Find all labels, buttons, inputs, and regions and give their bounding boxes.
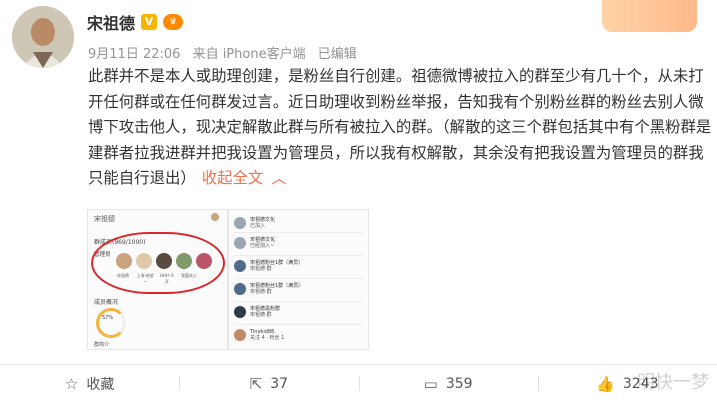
admin-name: 宋祖德 <box>117 273 129 278</box>
avatar <box>136 253 152 269</box>
author-name[interactable]: 宋祖德 <box>87 10 135 34</box>
watermark: 明快一梦 <box>637 372 709 393</box>
ratio-ring <box>96 308 126 338</box>
comment-button[interactable]: ▭ 359 <box>358 365 538 402</box>
group-owner-name: 宋祖德 <box>94 215 115 223</box>
divider <box>234 324 363 325</box>
stats-label: 成员概况 <box>94 299 119 306</box>
list-item: 宋祖德文化 已加入 <box>234 217 275 229</box>
chevron-up-icon[interactable]: ︿ <box>271 169 286 187</box>
post-image-2[interactable]: 宋祖德文化 已加入 宋祖德文化 已经加入~ 宋祖德粉丝1群（满员） 宋祖德·群 宋祖德… <box>228 209 369 350</box>
post-body: 此群并不是本人或助理创建，是粉丝自行创建。祖德微博被拉入的群至少有几十个，从未打… <box>88 64 713 192</box>
fan-badge-icon: ♛ <box>163 14 184 30</box>
comment-count: 359 <box>445 375 473 392</box>
avatar <box>156 253 172 269</box>
repost-icon: ⇱ <box>249 374 263 393</box>
author-avatar[interactable] <box>12 6 74 68</box>
list-item-sub: 宋祖德·群 <box>250 312 272 318</box>
thumbs-up-icon: 👍 <box>596 374 615 393</box>
owner-avatar <box>211 213 219 221</box>
post-source: 来自 iPhone客户端 <box>192 47 306 62</box>
list-item: 宋祖德粉丝1群（满员） 宋祖德·群 <box>234 260 303 272</box>
verified-icon: V <box>141 14 158 30</box>
avatar <box>234 217 246 229</box>
divider <box>234 232 363 233</box>
repost-button[interactable]: ⇱ 37 <box>179 365 358 402</box>
collapse-link[interactable]: 收起全文 ︿ <box>202 169 287 187</box>
edited-label[interactable]: 已编辑 <box>318 47 357 62</box>
list-item: 宋祖德文化 已经加入~ <box>234 237 275 249</box>
favorite-label: 收藏 <box>86 376 115 393</box>
list-item: Tinykid88 关注 4 · 粉丝 1 <box>234 329 284 341</box>
ratio-value: 57% <box>102 315 114 321</box>
list-item-sub: 已经加入~ <box>250 243 275 249</box>
list-item-sub: 关注 4 · 粉丝 1 <box>250 335 285 341</box>
post-image-1[interactable]: 宋祖德 群成员(969/1000) 管理员 宋祖德 上海·哈喽~ HHH·不开 … <box>87 209 228 350</box>
list-item-sub: 宋祖德·群 <box>250 289 272 295</box>
comment-icon: ▭ <box>423 374 438 393</box>
admin-name: 我喜欢人 <box>181 273 197 278</box>
list-item: 宋祖德黑粉群 宋祖德·群 <box>234 306 280 318</box>
avatar <box>176 253 192 269</box>
avatar <box>196 253 212 269</box>
star-icon: ☆ <box>64 374 79 393</box>
post-meta: 9月11日 22:06 来自 iPhone客户端 已编辑 <box>88 43 365 62</box>
list-item-sub: 宋祖德·群 <box>250 266 272 272</box>
collapse-label[interactable]: 收起全文 <box>202 169 264 187</box>
admin-avatars <box>116 253 212 269</box>
avatar <box>234 329 246 341</box>
admin-names: 宋祖德 上海·哈喽~ HHH·不开 我喜欢人 <box>114 273 198 285</box>
avatar <box>234 306 246 318</box>
divider <box>234 255 363 256</box>
list-item-sub: 已加入 <box>250 223 266 229</box>
post-body-text: 此群并不是本人或助理创建，是粉丝自行创建。祖德微博被拉入的群至少有几十个，从未打… <box>88 67 712 187</box>
admin-name: HHH·不开 <box>159 273 175 284</box>
favorite-button[interactable]: ☆ 收藏 <box>0 365 179 402</box>
avatar <box>234 260 246 272</box>
avatar <box>234 283 246 295</box>
avatar <box>234 237 246 249</box>
divider <box>234 301 363 302</box>
group-intro-label: 群简介 <box>94 342 110 348</box>
promo-banner <box>602 0 697 32</box>
admin-name: 上海·哈喽~ <box>136 273 154 284</box>
repost-count: 37 <box>270 375 289 392</box>
divider <box>234 278 363 279</box>
avatar <box>116 253 132 269</box>
post-date[interactable]: 9月11日 22:06 <box>88 47 180 62</box>
action-bar: ☆ 收藏 ⇱ 37 ▭ 359 👍 3243 <box>0 365 717 402</box>
list-item: 宋祖德粉丝1群（满员） 宋祖德·群 <box>234 283 303 295</box>
